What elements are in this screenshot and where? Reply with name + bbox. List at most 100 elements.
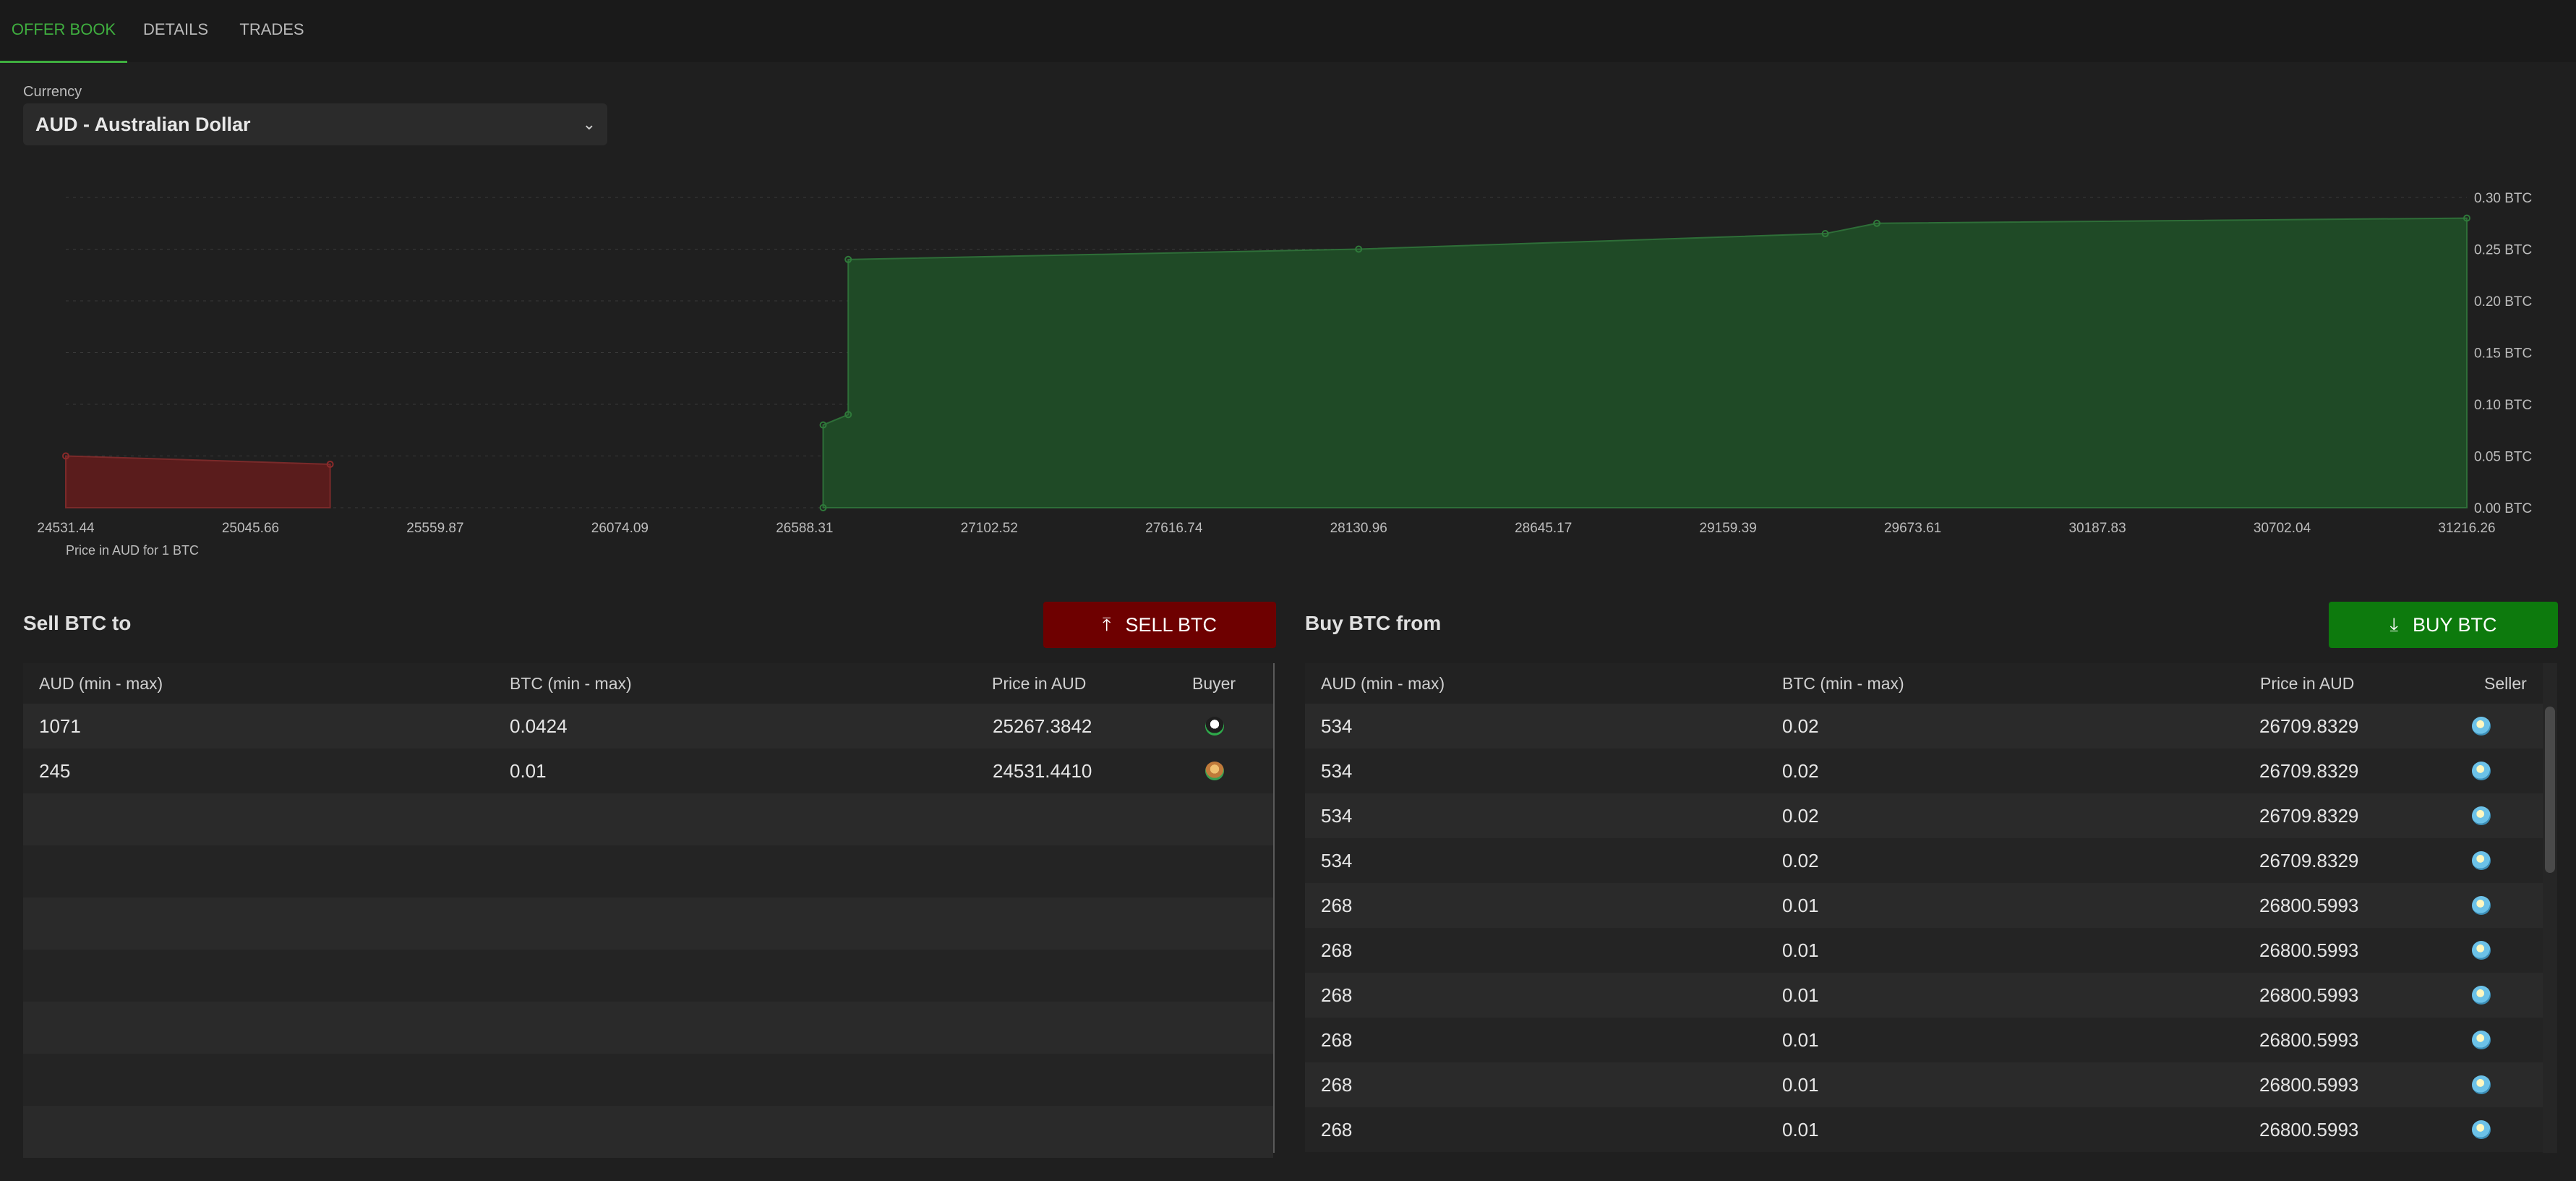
btc-cell: 0.01	[1782, 1029, 1819, 1051]
table-row[interactable]: 1071 0.0424 25267.3842	[23, 704, 1273, 749]
empty-row	[23, 1002, 1273, 1054]
table-row[interactable]: 534 0.02 26709.8329	[1305, 793, 2543, 838]
buy-table-header: AUD (min - max) BTC (min - max) Price in…	[1305, 663, 2543, 704]
price-cell: 26800.5993	[2259, 1119, 2359, 1141]
btc-cell: 0.01	[1782, 1074, 1819, 1096]
table-row[interactable]: 245 0.01 24531.4410	[23, 749, 1273, 793]
y-tick-label: 0.05 BTC	[2474, 450, 2532, 465]
seller-avatar-icon[interactable]	[2472, 896, 2491, 915]
currency-label: Currency	[23, 84, 82, 100]
price-cell: 26709.8329	[2259, 850, 2359, 871]
y-tick-label: 0.15 BTC	[2474, 346, 2532, 362]
y-tick-label: 0.00 BTC	[2474, 501, 2532, 516]
x-axis-label: Price in AUD for 1 BTC	[66, 543, 199, 558]
sell-table-header: AUD (min - max) BTC (min - max) Price in…	[23, 663, 1273, 704]
price-cell: 26800.5993	[2259, 984, 2359, 1006]
x-tick-label: 25559.87	[406, 521, 463, 536]
btc-cell: 0.02	[1782, 850, 1819, 871]
depth-chart: 0.00 BTC 0.05 BTC 0.10 BTC 0.15 BTC 0.20 BTC…	[37, 191, 2532, 558]
col-aud[interactable]: AUD (min - max)	[1321, 663, 1445, 704]
seller-avatar-icon[interactable]	[2472, 1031, 2491, 1049]
sell-btc-button[interactable]: ⤒ SELL BTC	[1043, 602, 1276, 648]
btc-cell: 0.0424	[510, 715, 568, 737]
seller-avatar-icon[interactable]	[2472, 762, 2491, 780]
price-cell: 25267.3842	[993, 715, 1092, 737]
x-tick-label: 31216.26	[2438, 521, 2495, 536]
buy-section-title: Buy BTC from	[1305, 612, 1442, 634]
aud-cell: 268	[1321, 895, 1353, 916]
price-cell: 26800.5993	[2259, 939, 2359, 961]
sell-offers-area	[822, 217, 2468, 508]
sell-btc-label: SELL BTC	[1125, 613, 1218, 636]
x-tick-label: 26588.31	[776, 521, 833, 536]
aud-cell: 268	[1321, 1074, 1353, 1096]
table-row[interactable]: 268 0.01 26800.5993	[1305, 928, 2543, 973]
x-tick-label: 28645.17	[1515, 521, 1572, 536]
btc-cell: 0.02	[1782, 715, 1819, 737]
table-row[interactable]: 268 0.01 26800.5993	[1305, 1018, 2543, 1062]
aud-cell: 534	[1321, 805, 1353, 827]
buyer-avatar-icon[interactable]	[1205, 762, 1224, 780]
x-tick-label: 24531.44	[37, 521, 95, 536]
x-tick-label: 29159.39	[1700, 521, 1757, 536]
x-tick-label: 27102.52	[961, 521, 1018, 536]
y-tick-label: 0.25 BTC	[2474, 243, 2532, 258]
col-price[interactable]: Price in AUD	[992, 663, 1086, 704]
seller-avatar-icon[interactable]	[2472, 851, 2491, 870]
table-row[interactable]: 534 0.02 26709.8329	[1305, 749, 2543, 793]
x-tick-label: 30702.04	[2254, 521, 2311, 536]
col-aud[interactable]: AUD (min - max)	[39, 663, 163, 704]
price-cell: 26800.5993	[2259, 1029, 2359, 1051]
empty-row	[23, 898, 1273, 950]
seller-avatar-icon[interactable]	[2472, 941, 2491, 960]
tab-offer-book[interactable]: OFFER BOOK	[0, 0, 127, 63]
aud-cell: 534	[1321, 850, 1353, 871]
empty-row	[23, 845, 1273, 898]
currency-selected-value: AUD - Australian Dollar	[35, 114, 251, 135]
y-tick-label: 0.10 BTC	[2474, 398, 2532, 413]
table-row[interactable]: 268 0.01 26800.5993	[1305, 1062, 2543, 1107]
price-cell: 26709.8329	[2259, 760, 2359, 782]
seller-avatar-icon[interactable]	[2472, 986, 2491, 1005]
col-btc[interactable]: BTC (min - max)	[510, 663, 632, 704]
price-cell: 26800.5993	[2259, 1074, 2359, 1096]
table-row[interactable]: 268 0.01 26800.5993	[1305, 973, 2543, 1018]
aud-cell: 268	[1321, 1119, 1353, 1141]
col-seller[interactable]: Seller	[2484, 663, 2527, 704]
sell-table-body: 1071 0.0424 25267.3842 245 0.01 24531.44…	[23, 704, 1273, 1158]
buyer-avatar-icon[interactable]	[1205, 717, 1224, 736]
seller-avatar-icon[interactable]	[2472, 717, 2491, 736]
tab-details[interactable]: DETAILS	[136, 0, 215, 61]
sell-section-title: Sell BTC to	[23, 612, 132, 634]
tab-bar: OFFER BOOK DETAILS TRADES	[0, 0, 2576, 63]
y-tick-label: 0.30 BTC	[2474, 191, 2532, 206]
btc-cell: 0.02	[1782, 760, 1819, 782]
aud-cell: 245	[39, 760, 71, 782]
table-row[interactable]: 534 0.02 26709.8329	[1305, 704, 2543, 749]
col-price[interactable]: Price in AUD	[2260, 663, 2354, 704]
seller-avatar-icon[interactable]	[2472, 806, 2491, 825]
empty-row	[23, 950, 1273, 1002]
sell-offers-table: AUD (min - max) BTC (min - max) Price in…	[23, 663, 1273, 1158]
btc-cell: 0.01	[1782, 939, 1819, 961]
col-btc[interactable]: BTC (min - max)	[1782, 663, 1904, 704]
empty-row	[23, 793, 1273, 845]
seller-avatar-icon[interactable]	[2472, 1075, 2491, 1094]
col-buyer[interactable]: Buyer	[1192, 663, 1236, 704]
seller-avatar-icon[interactable]	[2472, 1120, 2491, 1139]
x-tick-label: 25045.66	[222, 521, 279, 536]
currency-select[interactable]: AUD - Australian Dollar ⌄	[23, 103, 607, 145]
table-row[interactable]: 534 0.02 26709.8329	[1305, 838, 2543, 883]
btc-cell: 0.02	[1782, 805, 1819, 827]
tab-trades[interactable]: TRADES	[236, 0, 308, 61]
table-row[interactable]: 268 0.01 26800.5993	[1305, 883, 2543, 928]
scrollbar-thumb[interactable]	[2545, 707, 2555, 873]
table-row[interactable]: 268 0.01 26800.5993	[1305, 1107, 2543, 1152]
btc-cell: 0.01	[1782, 1119, 1819, 1141]
aud-cell: 534	[1321, 715, 1353, 737]
buy-btc-button[interactable]: ⤓ BUY BTC	[2329, 602, 2558, 648]
btc-cell: 0.01	[1782, 984, 1819, 1006]
x-tick-label: 29673.61	[1884, 521, 1941, 536]
aud-cell: 268	[1321, 984, 1353, 1006]
buy-table-scrollbar[interactable]	[2543, 663, 2557, 1153]
